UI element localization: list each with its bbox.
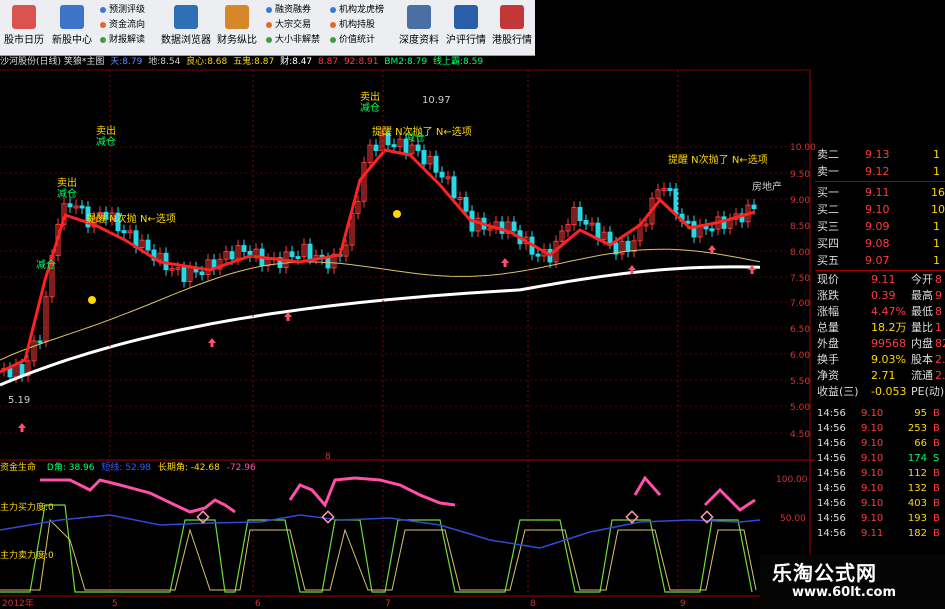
price-tick: 7.00 bbox=[790, 299, 810, 309]
sector-label: 房地产 bbox=[752, 180, 782, 193]
price-tick: 8.50 bbox=[790, 222, 810, 232]
price-tick: 10.00 bbox=[790, 143, 816, 153]
high-price-label: 10.97 bbox=[422, 95, 451, 106]
ask-row: 卖二 9.13 1 bbox=[817, 148, 940, 161]
stat-row: 换手9.03%股本2.02 bbox=[817, 353, 945, 366]
sell-annotation: 卖出 bbox=[96, 124, 116, 137]
reduce-annotation: 减仓 bbox=[57, 187, 77, 200]
price-tick: 9.00 bbox=[790, 196, 810, 206]
stat-row: 现价 9.11 今开 8 bbox=[817, 273, 942, 286]
indicator-tick: 50.00 bbox=[780, 514, 806, 524]
sell-annotation: 卖出 bbox=[360, 90, 380, 103]
stat-row: 涨跌 0.39 最高 9 bbox=[817, 289, 942, 302]
alert-annotation: 提醒 N次抛了 N←选项 bbox=[668, 153, 768, 166]
stat-row: 净资2.71流通2.02 bbox=[817, 369, 945, 382]
tick-row: 14:56 9.10 193 B bbox=[817, 513, 940, 524]
date-tick: 5 bbox=[112, 599, 118, 609]
ma-band-line bbox=[0, 148, 756, 374]
tick-row: 14:56 9.10 66 B bbox=[817, 438, 940, 449]
sell-force-label: 主力卖力度:0 bbox=[0, 551, 54, 561]
stat-row: 收益(三) -0.053 PE(动) bbox=[817, 385, 945, 398]
ask-row: 卖一 9.12 1 bbox=[817, 165, 940, 178]
tick-row: 14:56 9.10 95 B bbox=[817, 408, 940, 419]
kline-chart[interactable]: 10.00 9.50 9.00 8.50 8.00 7.50 7.00 6.50… bbox=[0, 0, 945, 609]
date-tick: 2012年 bbox=[2, 597, 34, 609]
date-tick: 6 bbox=[255, 599, 261, 609]
reduce-annotation: 减仓 bbox=[96, 135, 116, 148]
date-axis: 2012年 5 6 7 8 9 8 bbox=[2, 452, 686, 609]
price-tick: 8.00 bbox=[790, 248, 810, 258]
indicator-axis: 100.00 50.00 bbox=[776, 475, 808, 524]
price-grid bbox=[0, 146, 810, 434]
alert-annotation: 提醒 N次抛了 N←选项 bbox=[372, 125, 472, 138]
indicator-tick: 100.00 bbox=[776, 475, 808, 485]
reduce-annotation: 减仓 bbox=[36, 258, 56, 271]
price-tick: 9.50 bbox=[790, 170, 810, 180]
indicator-title: 资金生命 bbox=[0, 463, 37, 473]
bid-row: 买三 9.09 1 bbox=[817, 220, 940, 233]
price-axis: 10.00 9.50 9.00 8.50 8.00 7.50 7.00 6.50… bbox=[790, 143, 816, 440]
indicator-title-bar: 资金生命 D角: 38.96 短线: 52.98 长期角: -42.68 -72… bbox=[0, 462, 700, 475]
reduce-annotation: 减仓 bbox=[360, 101, 380, 114]
bid-row: 买一 9.11 16 bbox=[817, 186, 945, 199]
ma-white-line bbox=[0, 265, 761, 387]
price-tick: 6.00 bbox=[790, 351, 810, 361]
bid-row: 买四 9.08 1 bbox=[817, 237, 940, 250]
tick-row: 14:56 9.10 132 B bbox=[817, 483, 940, 494]
price-tick: 4.50 bbox=[790, 430, 810, 440]
indicator-item: -72.96 bbox=[226, 463, 256, 473]
tick-row: 14:56 9.10 174 S bbox=[817, 453, 940, 464]
indicator-lines bbox=[0, 475, 761, 593]
annotations: 卖出 减仓 卖出 减仓 卖出 减仓 减仓 减仓 提醒 N次抛 N←选项 提醒 N… bbox=[8, 90, 782, 406]
tick-row: 14:56 9.11 182 B bbox=[817, 528, 940, 539]
tick-row: 14:56 9.10 112 B bbox=[817, 468, 940, 479]
stat-row: 外盘99568内盘820 bbox=[817, 337, 945, 350]
bid-row: 买五 9.07 1 bbox=[817, 254, 940, 267]
date-tick: 8 bbox=[530, 599, 536, 609]
date-tick: 7 bbox=[385, 599, 391, 609]
watermark-title: 乐淘公式网 bbox=[772, 561, 877, 585]
watermark-url: www.60lt.com bbox=[792, 585, 897, 600]
stat-row: 总量 18.2万 量比 1 bbox=[817, 321, 942, 334]
indicator-item: D角: 38.96 bbox=[46, 463, 95, 473]
watermark: 乐淘公式网 www.60lt.com bbox=[760, 555, 945, 609]
date-tick: 9 bbox=[680, 599, 686, 609]
indicator-item: 长期角: -42.68 bbox=[157, 463, 220, 473]
bid-row: 买二 9.10 10 bbox=[817, 203, 945, 216]
tick-row: 14:56 9.10 253 B bbox=[817, 423, 940, 434]
alert-option-annotation: N←选项 bbox=[140, 212, 176, 225]
alert-annotation: 提醒 N次抛 bbox=[86, 212, 137, 225]
price-tick: 6.50 bbox=[790, 325, 810, 335]
price-tick: 5.00 bbox=[790, 403, 810, 413]
ma-yellow-line bbox=[0, 248, 761, 361]
buy-force-label: 主力买力度:0 bbox=[0, 503, 54, 513]
price-tick: 7.50 bbox=[790, 274, 810, 284]
price-tick: 5.50 bbox=[790, 377, 810, 387]
tick-row: 14:56 9.10 403 B bbox=[817, 498, 940, 509]
stat-row: 涨幅 4.47% 最低 8 bbox=[817, 305, 942, 318]
indicator-item: 短线: 52.98 bbox=[101, 463, 152, 473]
low-price-label: 5.19 bbox=[8, 395, 30, 406]
sell-annotation: 卖出 bbox=[57, 176, 77, 189]
mid-marker: 8 bbox=[325, 452, 331, 462]
